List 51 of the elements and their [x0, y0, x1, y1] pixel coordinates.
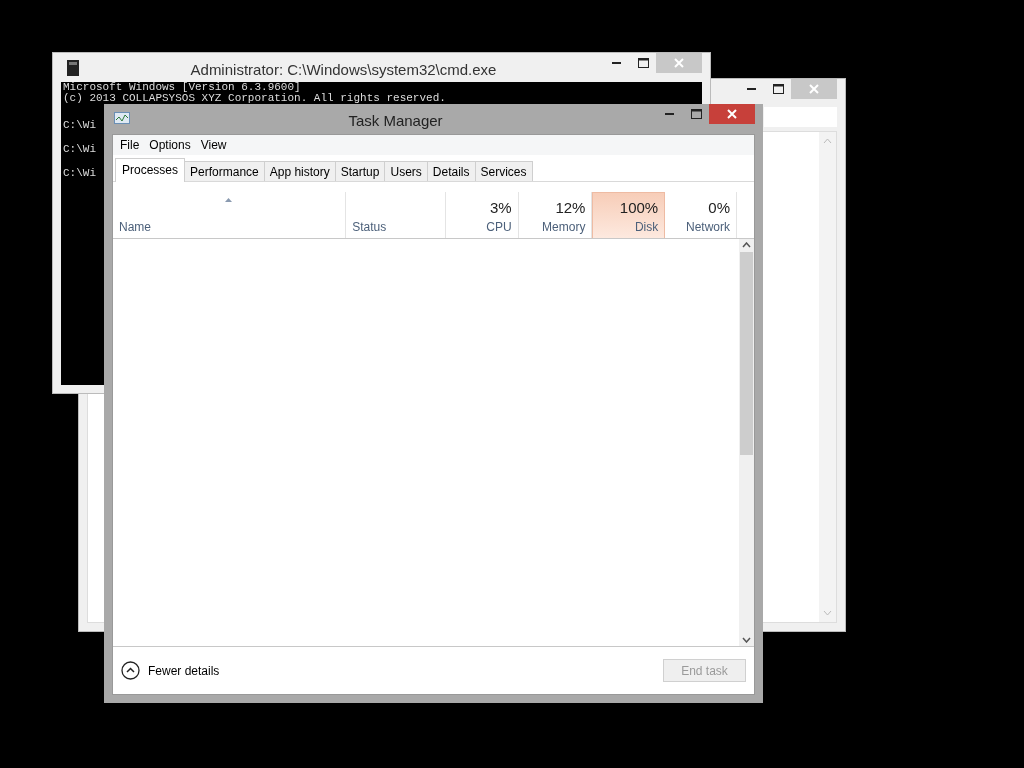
console-line: C:\Wi	[63, 144, 96, 154]
column-header[interactable]: 100% Disk	[592, 192, 666, 238]
usage-value: 12%	[555, 199, 586, 216]
column-header[interactable]: 3% CPU	[445, 192, 519, 238]
tab[interactable]: Details	[426, 161, 476, 181]
menu-item[interactable]: Options	[144, 137, 196, 153]
console-icon	[67, 60, 79, 76]
console-line: Microsoft Windows [Version 6.3.9600]	[63, 82, 301, 92]
task-manager-icon	[114, 112, 130, 126]
menu-item[interactable]: View	[195, 137, 232, 153]
tab[interactable]: Performance	[184, 161, 265, 181]
column-label: Name	[119, 220, 151, 234]
minimize-icon	[612, 61, 622, 65]
close-icon	[674, 58, 684, 68]
console-line: C:\Wi	[63, 120, 96, 130]
console-line: C:\Wi	[63, 168, 96, 178]
close-button[interactable]	[709, 104, 755, 124]
close-icon	[809, 84, 819, 94]
maximize-icon	[772, 84, 784, 94]
scroll-thumb[interactable]	[740, 252, 753, 455]
tab[interactable]: Startup	[334, 161, 386, 181]
scroll-up-icon[interactable]	[742, 242, 751, 248]
column-label: Disk	[634, 220, 659, 234]
tab[interactable]: Users	[384, 161, 428, 181]
usage-value: 0%	[708, 199, 730, 216]
scroll-down-icon[interactable]	[742, 637, 751, 643]
maximize-icon	[690, 109, 702, 119]
minimize-icon	[665, 112, 675, 116]
collapse-icon	[121, 661, 140, 680]
tab[interactable]: Processes	[115, 158, 186, 182]
column-header[interactable]: 0% Network	[665, 192, 737, 238]
minimize-icon	[747, 87, 757, 91]
window-title: Task Manager	[347, 111, 444, 129]
menu-item[interactable]: File	[115, 137, 145, 153]
column-label: Memory	[542, 220, 586, 234]
window-title: Administrator: C:\Windows\system32\cmd.exe	[189, 60, 498, 78]
usage-value: 100%	[619, 199, 659, 216]
sort-caret-icon	[225, 198, 233, 202]
tab[interactable]: App history	[263, 161, 336, 181]
column-label: Network	[686, 220, 730, 234]
tab[interactable]: Services	[474, 161, 533, 181]
fewer-details-toggle[interactable]: Fewer details	[121, 661, 220, 680]
usage-value: 3%	[489, 199, 512, 216]
column-header[interactable]: Name	[113, 192, 347, 238]
column-label: Status	[352, 220, 387, 234]
console-line: (c) 2013 COLLAPSYSOS XYZ Corporation. All rights reserved.	[63, 93, 446, 103]
column-label: CPU	[486, 220, 512, 234]
close-icon	[727, 109, 737, 119]
scrollbar[interactable]	[739, 239, 754, 646]
column-header[interactable]: Status	[346, 192, 446, 238]
maximize-icon	[637, 58, 649, 68]
